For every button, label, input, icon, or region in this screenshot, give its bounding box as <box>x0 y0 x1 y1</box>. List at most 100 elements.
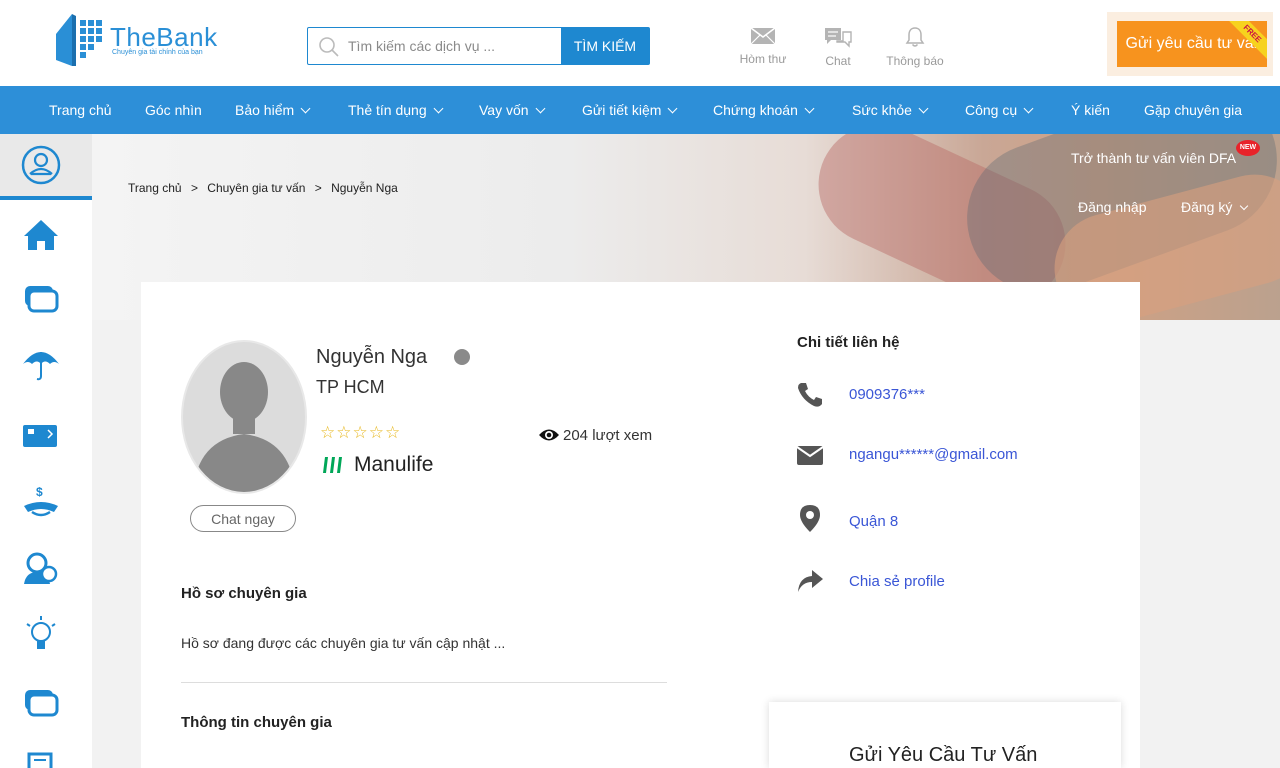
nav-item-home[interactable]: Trang chủ <box>49 86 112 134</box>
view-count-text: 204 lượt xem <box>563 427 653 444</box>
notifications-button[interactable]: Thông báo <box>883 26 947 68</box>
nav-label: Thẻ tín dụng <box>348 102 427 118</box>
nav-label: Sức khỏe <box>852 102 912 118</box>
chat-label: Chat <box>825 54 851 68</box>
chevron-down-icon <box>535 103 545 114</box>
umbrella-icon[interactable] <box>20 342 62 384</box>
user-circle-icon <box>21 145 61 185</box>
request-consultation-label: Gửi yêu cầu tư vấn <box>1125 35 1263 52</box>
nav-label: Gửi tiết kiệm <box>582 102 662 118</box>
chevron-down-icon <box>918 103 929 114</box>
nav-label: Gặp chuyên gia <box>1144 102 1243 118</box>
mailbox-button[interactable]: Hòm thư <box>736 26 790 66</box>
phone-icon <box>798 383 822 407</box>
share-icon <box>798 570 823 592</box>
search-button[interactable]: TÌM KIẾM <box>561 28 649 64</box>
search-box: TÌM KIẾM <box>307 27 650 65</box>
notifications-label: Thông báo <box>886 54 944 68</box>
main-nav: Trang chủ Góc nhìn Bảo hiểm Thẻ tín dụng… <box>0 86 1280 134</box>
cta-container: Gửi yêu cầu tư vấn FREE <box>1107 12 1273 76</box>
nav-label: Góc nhìn <box>145 102 202 118</box>
divider <box>181 682 667 683</box>
breadcrumb: Trang chủ > Chuyên gia tư vấn > Nguyễn N… <box>128 181 404 195</box>
chevron-down-icon <box>433 103 444 114</box>
advisor-icon[interactable] <box>20 548 62 590</box>
request-consultation-button[interactable]: Gửi yêu cầu tư vấn FREE <box>1117 21 1267 67</box>
contact-title: Chi tiết liên hệ <box>797 334 900 351</box>
nav-label: Trang chủ <box>49 102 112 118</box>
bell-icon <box>905 27 925 47</box>
card-stack-icon[interactable] <box>20 278 62 320</box>
chat-icon <box>825 28 852 48</box>
search-input[interactable] <box>348 28 558 64</box>
chevron-down-icon <box>1240 201 1249 211</box>
new-badge: NEW <box>1236 140 1260 156</box>
mailbox-label: Hòm thư <box>739 52 787 66</box>
nav-label: Chứng khoán <box>713 102 798 118</box>
login-link[interactable]: Đăng nhập <box>1078 199 1147 215</box>
savings-icon[interactable]: $ <box>20 482 62 524</box>
person-silhouette-icon <box>193 362 295 492</box>
nav-item-health[interactable]: Sức khỏe <box>852 86 929 134</box>
become-advisor-link[interactable]: Trở thành tư vấn viên DFA <box>1071 150 1236 166</box>
breadcrumb-separator: > <box>314 181 322 195</box>
location-pin-icon <box>800 505 820 532</box>
breadcrumb-advisors[interactable]: Chuyên gia tư vấn <box>207 181 305 195</box>
nav-label: Ý kiến <box>1071 102 1110 118</box>
email-link[interactable]: ngangu******@gmail.com <box>849 446 1018 463</box>
nav-item-loans[interactable]: Vay vốn <box>479 86 545 134</box>
lightbulb-icon[interactable] <box>20 614 62 656</box>
company-logo: Manulife <box>322 453 433 477</box>
profile-section-title: Hồ sơ chuyên gia <box>181 585 307 602</box>
view-count: 204 lượt xem <box>538 427 652 444</box>
breadcrumb-separator: > <box>190 181 198 195</box>
document-icon[interactable] <box>20 746 62 768</box>
avatar <box>181 340 307 494</box>
chat-button[interactable]: Chat <box>818 26 858 68</box>
nav-item-stocks[interactable]: Chứng khoán <box>713 86 815 134</box>
credit-card-icon[interactable] <box>20 416 62 458</box>
card-stack-icon-2[interactable] <box>20 682 62 724</box>
nav-item-insurance[interactable]: Bảo hiểm <box>235 86 311 134</box>
manulife-logo-icon <box>323 457 342 474</box>
building-logo-icon <box>56 14 102 66</box>
header: TheBank Chuyên gia tài chính của bạn TÌM… <box>0 0 1280 86</box>
nav-label: Vay vốn <box>479 102 529 118</box>
sidebar-item-profile[interactable] <box>0 134 92 200</box>
location-link[interactable]: Quận 8 <box>849 513 898 530</box>
nav-item-meet-expert[interactable]: Gặp chuyên gia <box>1144 86 1242 134</box>
chevron-down-icon <box>300 103 311 114</box>
home-icon[interactable] <box>20 214 62 256</box>
nav-item-perspective[interactable]: Góc nhìn <box>145 86 202 134</box>
request-form-title: Gửi Yêu Cầu Tư Vấn <box>849 744 1038 766</box>
eye-icon <box>539 429 559 441</box>
nav-item-tools[interactable]: Công cụ <box>965 86 1034 134</box>
chevron-down-icon <box>1023 103 1034 114</box>
offline-status-dot <box>454 349 470 365</box>
breadcrumb-current: Nguyễn Nga <box>331 181 398 195</box>
info-section-title: Thông tin chuyên gia <box>181 714 332 731</box>
nav-item-savings[interactable]: Gửi tiết kiệm <box>582 86 678 134</box>
mail-icon <box>750 27 776 45</box>
nav-item-credit-card[interactable]: Thẻ tín dụng <box>348 86 444 134</box>
breadcrumb-home[interactable]: Trang chủ <box>128 181 182 195</box>
share-profile-link[interactable]: Chia sẻ profile <box>849 573 945 590</box>
expert-city: TP HCM <box>316 377 385 397</box>
chat-now-button[interactable]: Chat ngay <box>190 505 296 532</box>
company-name: Manulife <box>354 453 434 476</box>
nav-item-feedback[interactable]: Ý kiến <box>1071 86 1110 134</box>
register-link[interactable]: Đăng ký <box>1181 199 1249 215</box>
nav-label: Bảo hiểm <box>235 102 295 118</box>
svg-text:$: $ <box>36 485 43 499</box>
chevron-down-icon <box>804 103 815 114</box>
register-label: Đăng ký <box>1181 199 1233 215</box>
logo-tagline: Chuyên gia tài chính của bạn <box>112 49 203 56</box>
expert-name: Nguyễn Nga <box>316 346 428 368</box>
phone-link[interactable]: 0909376*** <box>849 386 925 403</box>
thebank-logo[interactable]: TheBank Chuyên gia tài chính của bạn <box>50 12 220 68</box>
rating-stars[interactable]: ☆☆☆☆☆ <box>320 423 401 443</box>
profile-section-text: Hồ sơ đang được các chuyên gia tư vấn cậ… <box>181 635 506 651</box>
email-icon <box>796 446 824 465</box>
chevron-down-icon <box>667 103 678 114</box>
sidebar: $ <box>0 134 92 768</box>
